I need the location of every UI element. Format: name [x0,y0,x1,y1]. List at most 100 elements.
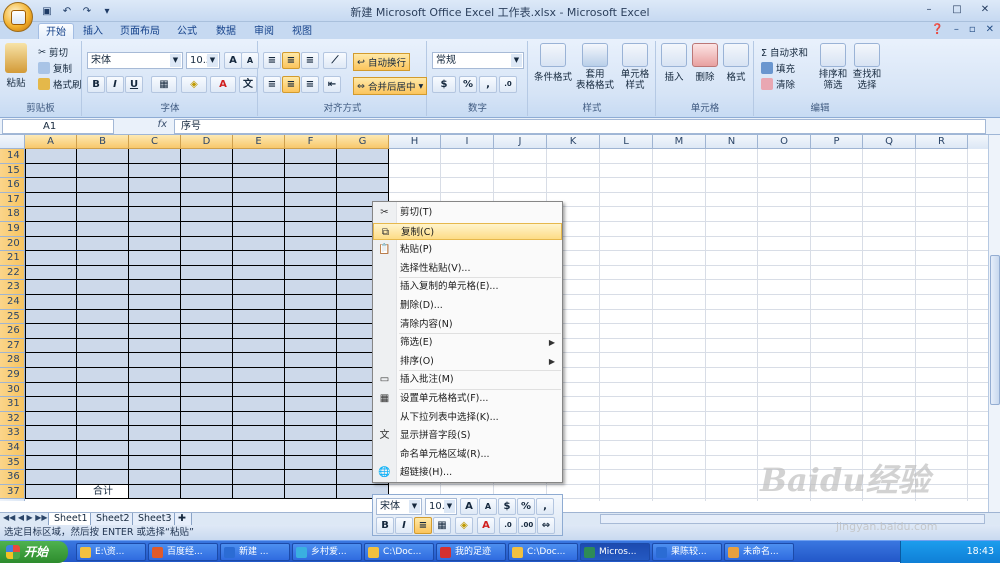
row-header[interactable]: 34 [0,441,25,456]
vertical-scrollbar[interactable] [988,135,1000,512]
cell[interactable] [25,309,77,325]
cell[interactable] [233,309,285,325]
cell[interactable] [77,353,129,368]
name-box[interactable]: A1 [2,119,114,134]
font-color-button[interactable]: A [210,76,236,93]
percent-button[interactable]: % [459,76,477,93]
mini-center-button[interactable]: ≡ [414,517,432,534]
ribbon-close-icon[interactable]: ✕ [986,24,994,35]
align-right-button[interactable]: ≡ [301,76,319,93]
cell[interactable] [129,295,181,310]
row-header[interactable]: 31 [0,397,25,412]
taskbar-item[interactable]: 果陈较... [652,543,722,561]
cell[interactable] [77,382,129,398]
cell[interactable] [77,338,129,354]
cell[interactable] [285,163,337,179]
select-all-corner[interactable] [0,135,25,149]
cell[interactable] [233,324,285,339]
cell[interactable] [233,149,285,164]
cell[interactable] [77,178,129,193]
column-header[interactable]: E [233,135,285,149]
taskbar-item[interactable]: E:\资... [76,543,146,561]
cell-styles-button[interactable]: 单元格 样式 [615,43,655,91]
context-menu-item[interactable]: 清除内容(N) [373,316,562,333]
cell[interactable] [77,397,129,412]
cell[interactable] [129,192,181,208]
column-header[interactable]: B [77,135,129,149]
cell[interactable] [77,411,129,427]
cell[interactable] [25,192,77,208]
close-button[interactable]: ✕ [976,2,994,18]
cell[interactable] [77,236,129,252]
cell[interactable] [25,207,77,222]
column-header[interactable]: J [494,135,547,149]
sheet-nav-arrows-icon[interactable]: ◀◀ ◀ ▶ ▶▶ [3,513,48,522]
align-left-button[interactable]: ≡ [263,76,281,93]
minimize-button[interactable]: – [920,2,938,18]
cell[interactable] [181,149,233,164]
cell[interactable] [129,368,181,383]
cell[interactable] [129,411,181,427]
office-button[interactable] [3,2,33,32]
taskbar-item[interactable]: C:\Doc... [364,543,434,561]
tab-formulas[interactable]: 公式 [170,23,204,40]
cell[interactable] [25,280,77,295]
mini-italic-button[interactable]: I [395,517,413,534]
cell[interactable] [181,295,233,310]
insert-cells-button[interactable]: 插入 [659,43,689,83]
cell[interactable] [181,324,233,339]
cell[interactable] [285,368,337,383]
taskbar-item[interactable]: 未命名... [724,543,794,561]
cell[interactable] [285,222,337,237]
scroll-thumb[interactable] [990,255,1000,405]
cell[interactable] [25,426,77,441]
tab-home[interactable]: 开始 [38,23,74,40]
cell[interactable] [285,265,337,281]
tab-review[interactable]: 审阅 [247,23,281,40]
cell[interactable] [181,207,233,222]
cell[interactable] [181,192,233,208]
cell[interactable] [25,265,77,281]
ribbon-minimize-icon[interactable]: – [954,24,959,35]
font-size-combo[interactable]: 10.5 ▼ [186,52,220,69]
cell[interactable] [181,222,233,237]
context-menu-item[interactable]: 插入复制的单元格(E)... [373,278,562,295]
cell[interactable] [285,280,337,295]
cell[interactable] [181,441,233,456]
cell[interactable] [77,280,129,295]
cell[interactable] [181,265,233,281]
row-header[interactable]: 33 [0,426,25,441]
row-header[interactable]: 20 [0,236,25,252]
cell[interactable] [77,441,129,456]
copy-button[interactable]: 复制 [38,61,72,75]
cell[interactable] [25,222,77,237]
cell[interactable] [129,309,181,325]
context-menu-item[interactable]: 排序(O) ▶ [373,353,562,370]
cell[interactable] [181,353,233,368]
cell[interactable] [233,222,285,237]
align-top-button[interactable]: ≡ [263,52,281,69]
context-menu-item[interactable]: ✂ 剪切(T) [373,204,562,221]
context-menu-item[interactable]: 🌐 超链接(H)... [373,464,562,481]
paste-button[interactable]: 粘贴 [5,43,27,89]
column-header[interactable]: G [337,135,389,149]
start-button[interactable]: 开始 [0,541,68,563]
row-header[interactable]: 29 [0,368,25,383]
sort-filter-button[interactable]: 排序和 筛选 [817,43,849,91]
tab-view[interactable]: 视图 [285,23,319,40]
cell[interactable] [285,426,337,441]
shrink-font-button[interactable]: A [241,52,259,69]
row-header[interactable]: 22 [0,265,25,281]
cell[interactable] [285,295,337,310]
context-menu-item[interactable]: 删除(D)... [373,297,562,314]
cell[interactable] [233,251,285,266]
cell[interactable] [285,484,337,500]
row-header[interactable]: 16 [0,178,25,193]
cell[interactable] [25,470,77,485]
mini-comma-button[interactable]: , [536,498,554,515]
mini-shrink-font-button[interactable]: A [479,498,497,515]
cell[interactable] [129,397,181,412]
fill-button[interactable]: 填充 [761,61,795,75]
mini-bold-button[interactable]: B [376,517,394,534]
cell[interactable] [233,353,285,368]
